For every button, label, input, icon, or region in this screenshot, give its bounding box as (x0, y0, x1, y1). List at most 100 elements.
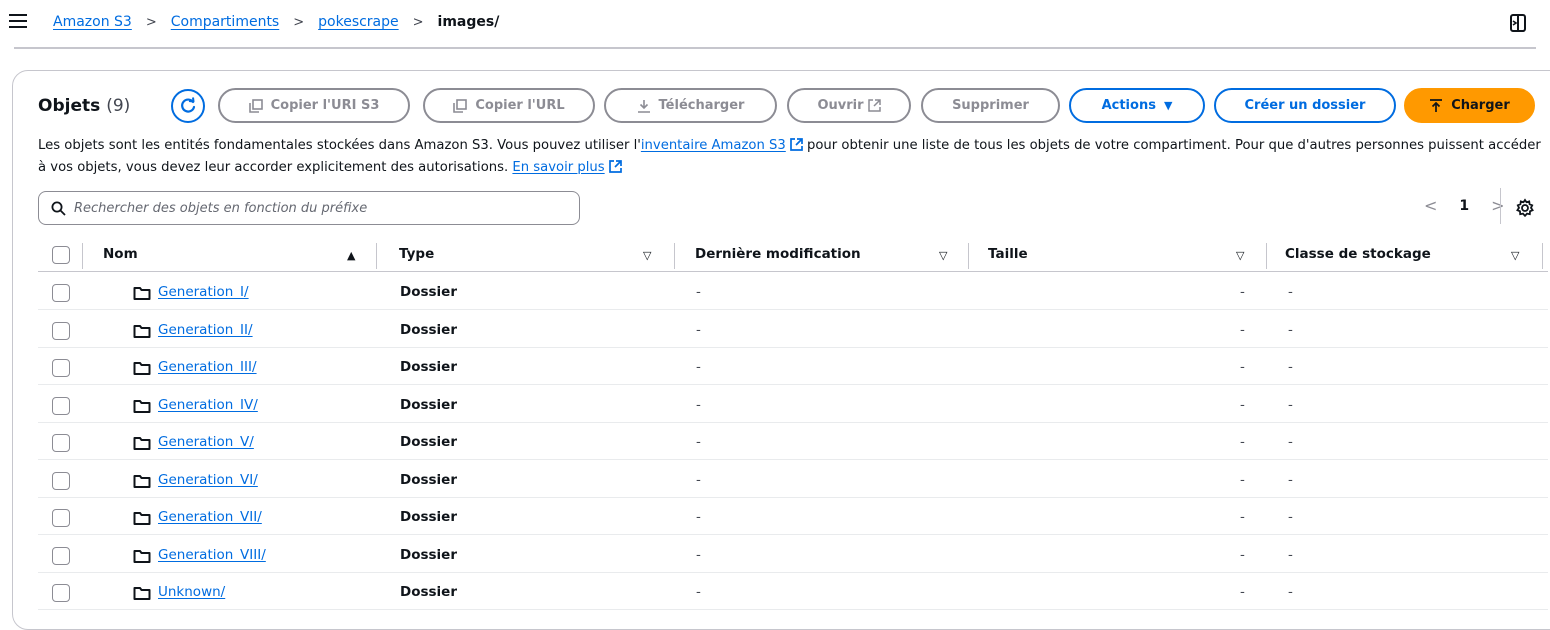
row-checkbox[interactable] (52, 584, 70, 602)
sort-ascending-icon[interactable]: ▲ (347, 249, 355, 262)
row-checkbox[interactable] (52, 359, 70, 377)
object-name-link[interactable]: Unknown/ (158, 584, 225, 600)
copy-icon (453, 98, 468, 113)
inventory-link[interactable]: inventaire Amazon S3 (641, 138, 786, 153)
copy-uri-label: Copier l'URI S3 (270, 98, 380, 113)
row-checkbox[interactable] (52, 434, 70, 452)
object-name-link[interactable]: Generation_VIII/ (158, 547, 266, 563)
object-size: - (1240, 434, 1245, 450)
download-icon (637, 99, 650, 113)
row-checkbox[interactable] (52, 509, 70, 527)
object-size: - (1240, 509, 1245, 525)
object-type: Dossier (400, 284, 457, 300)
previous-page-button[interactable]: < (1424, 196, 1437, 215)
chevron-right-icon: > (412, 14, 424, 30)
object-type: Dossier (400, 509, 457, 525)
hamburger-icon[interactable] (9, 14, 27, 32)
create-folder-button[interactable]: Créer un dossier (1214, 88, 1396, 123)
row-checkbox[interactable] (52, 396, 70, 415)
upload-button[interactable]: Charger (1404, 88, 1535, 123)
object-name-link[interactable]: Generation_III/ (158, 359, 257, 375)
column-header-name[interactable]: Nom (103, 246, 138, 262)
column-divider (1266, 243, 1267, 269)
select-all-checkbox[interactable] (52, 246, 70, 264)
row-checkbox[interactable] (52, 284, 70, 302)
object-name-link[interactable]: Generation_V/ (158, 434, 254, 450)
row-checkbox[interactable] (52, 546, 70, 565)
copy-icon (248, 98, 263, 113)
create-folder-label: Créer un dossier (1244, 98, 1366, 113)
actions-dropdown[interactable]: Actions ▼ (1069, 88, 1205, 123)
search-input[interactable] (74, 200, 554, 216)
object-type: Dossier (400, 546, 457, 563)
object-name-link[interactable]: Generation_I/ (158, 284, 249, 300)
description-text: Les objets sont les entités fondamentale… (38, 138, 641, 153)
table-row: Generation_I/Dossier - - - (38, 276, 1548, 310)
open-button[interactable]: Ouvrir (787, 88, 911, 123)
upload-icon (1430, 98, 1443, 112)
table-row: Generation_III/Dossier - - - (38, 351, 1548, 385)
object-size: - (1240, 359, 1245, 375)
folder-icon (133, 285, 151, 301)
breadcrumb-compartiments[interactable]: Compartiments (171, 14, 280, 30)
object-storage-class: - (1288, 546, 1293, 563)
row-checkbox[interactable] (52, 471, 70, 490)
column-divider (1542, 243, 1543, 269)
object-last-modified: - (696, 434, 701, 450)
sort-icon[interactable]: ▽ (939, 249, 947, 262)
object-last-modified: - (696, 359, 701, 375)
object-size: - (1240, 584, 1245, 600)
column-header-storage-class[interactable]: Classe de stockage (1285, 246, 1431, 262)
table-row: Generation_VI/Dossier - - - (38, 464, 1548, 498)
sort-icon[interactable]: ▽ (643, 249, 651, 262)
current-page[interactable]: 1 (1459, 198, 1469, 214)
column-divider (376, 243, 377, 269)
column-divider (82, 243, 83, 269)
breadcrumb: Amazon S3 > Compartiments > pokescrape >… (53, 14, 499, 30)
column-header-modified[interactable]: Dernière modification (695, 246, 861, 262)
object-name-link[interactable]: Generation_IV/ (158, 397, 258, 413)
object-storage-class: - (1288, 359, 1293, 375)
copy-uri-button[interactable]: Copier l'URI S3 (218, 88, 410, 123)
table-row: Generation_VII/Dossier - - - (38, 501, 1548, 535)
learn-more-link[interactable]: En savoir plus (512, 160, 604, 175)
breadcrumb-amazon-s3[interactable]: Amazon S3 (53, 14, 132, 30)
refresh-button[interactable] (171, 89, 205, 123)
split-panel-icon[interactable] (1509, 13, 1527, 33)
object-type: Dossier (400, 471, 457, 488)
sort-icon[interactable]: ▽ (1236, 249, 1244, 262)
breadcrumb-bucket[interactable]: pokescrape (318, 14, 399, 30)
column-header-size[interactable]: Taille (988, 246, 1028, 262)
table-row: Generation_IV/Dossier - - - (38, 389, 1548, 423)
divider (1500, 188, 1501, 224)
top-navigation-bar: Amazon S3 > Compartiments > pokescrape >… (0, 0, 1550, 50)
delete-button[interactable]: Supprimer (921, 88, 1060, 123)
external-link-icon (789, 138, 803, 151)
object-size: - (1240, 471, 1245, 488)
gear-icon[interactable] (1515, 198, 1535, 218)
external-link-icon (608, 160, 622, 173)
chevron-right-icon: > (293, 14, 305, 30)
object-size: - (1240, 321, 1245, 338)
objects-description: Les objets sont les entités fondamentale… (38, 135, 1548, 179)
sort-icon[interactable]: ▽ (1511, 249, 1519, 262)
upload-label: Charger (1451, 98, 1510, 113)
object-last-modified: - (696, 321, 701, 338)
search-box (38, 191, 580, 225)
object-name-link[interactable]: Generation_VI/ (158, 472, 258, 488)
column-header-type[interactable]: Type (399, 246, 434, 262)
column-divider (968, 243, 969, 269)
object-storage-class: - (1288, 584, 1293, 600)
external-link-icon (867, 99, 881, 112)
breadcrumb-current: images/ (437, 14, 500, 30)
object-last-modified: - (696, 546, 701, 563)
row-checkbox[interactable] (52, 321, 70, 340)
copy-url-button[interactable]: Copier l'URL (423, 88, 595, 123)
download-button[interactable]: Télécharger (604, 88, 777, 123)
object-name-link[interactable]: Generation_VII/ (158, 509, 262, 525)
delete-label: Supprimer (952, 98, 1029, 113)
object-name-link[interactable]: Generation_II/ (158, 322, 253, 338)
object-size: - (1240, 396, 1245, 413)
next-page-button[interactable]: > (1491, 196, 1504, 215)
table-row: Generation_VIII/Dossier - - - (38, 539, 1548, 573)
